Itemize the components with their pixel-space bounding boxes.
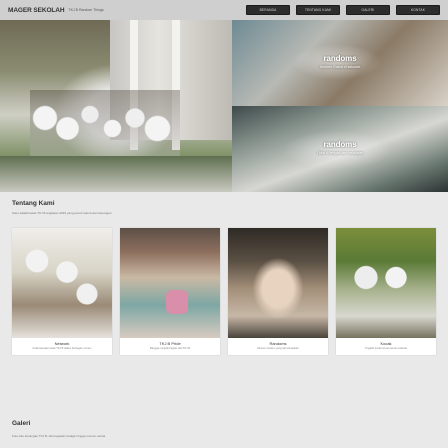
gallery-title: Galeri [12, 420, 31, 427]
hero-caption-title: randoms [323, 54, 357, 63]
hero-photo-randoms-2[interactable]: randoms Tidur di tengah jam pelajaran [232, 106, 448, 192]
card-randoms[interactable]: Randoms Momen random yang tak terlupakan [228, 228, 328, 355]
about-card-grid: Network Kebersamaan kelas TKJ B dalam be… [12, 228, 436, 355]
gallery-description: Foto-foto kenangan TKJ B, dari kegiatan … [12, 434, 106, 438]
nav-menu: BERANDA TENTANG KAMI GALERI KONTAK [246, 5, 440, 15]
card-description: Bangga menjadi bagian dari TKJ B [149, 347, 191, 350]
card-label: TKJ B Pride [159, 341, 181, 346]
card-image [228, 228, 328, 338]
card-label: Kocak [380, 341, 392, 346]
site-brand[interactable]: MAGER SEKOLAH [8, 7, 65, 14]
hero-photo-randoms-1[interactable]: randoms Momen Gabut di sekolah [232, 20, 448, 106]
card-image [12, 228, 112, 338]
card-description: Momen random yang tak terlupakan [257, 347, 299, 350]
card-tkj-pride[interactable]: TKJ B Pride Bangga menjadi bagian dari T… [120, 228, 220, 355]
hero-caption-subtitle: Momen Gabut di sekolah [320, 65, 360, 69]
card-description: Kebersamaan kelas TKJ B dalam berbagai m… [32, 347, 92, 350]
card-network[interactable]: Network Kebersamaan kelas TKJ B dalam be… [12, 228, 112, 355]
nav-beranda-button[interactable]: BERANDA [246, 5, 290, 15]
nav-galeri-button[interactable]: GALERI [346, 5, 390, 15]
hero-caption-title: randoms [323, 140, 357, 149]
card-label: Network [54, 341, 70, 346]
hero-banner: randoms Momen Gabut di sekolah randoms T… [0, 20, 448, 192]
site-tagline: TKJ B Random Things [68, 8, 104, 12]
hero-caption-subtitle: Tidur di tengah jam pelajaran [316, 151, 364, 155]
card-image [336, 228, 436, 338]
top-navbar: MAGER SEKOLAH TKJ B Random Things BERAND… [0, 0, 448, 20]
about-description: Kami adalah kelas TKJ B angkatan 2019 ya… [12, 211, 112, 215]
card-kocak[interactable]: Kocak Tingkah kocak teman-teman sekelas [336, 228, 436, 355]
card-description: Tingkah kocak teman-teman sekelas [364, 347, 408, 350]
card-image [120, 228, 220, 338]
nav-kontak-button[interactable]: KONTAK [396, 5, 440, 15]
card-label: Randoms [269, 341, 287, 346]
hero-main-photo [0, 20, 232, 192]
about-title: Tentang Kami [12, 200, 55, 207]
nav-tentang-button[interactable]: TENTANG KAMI [296, 5, 340, 15]
